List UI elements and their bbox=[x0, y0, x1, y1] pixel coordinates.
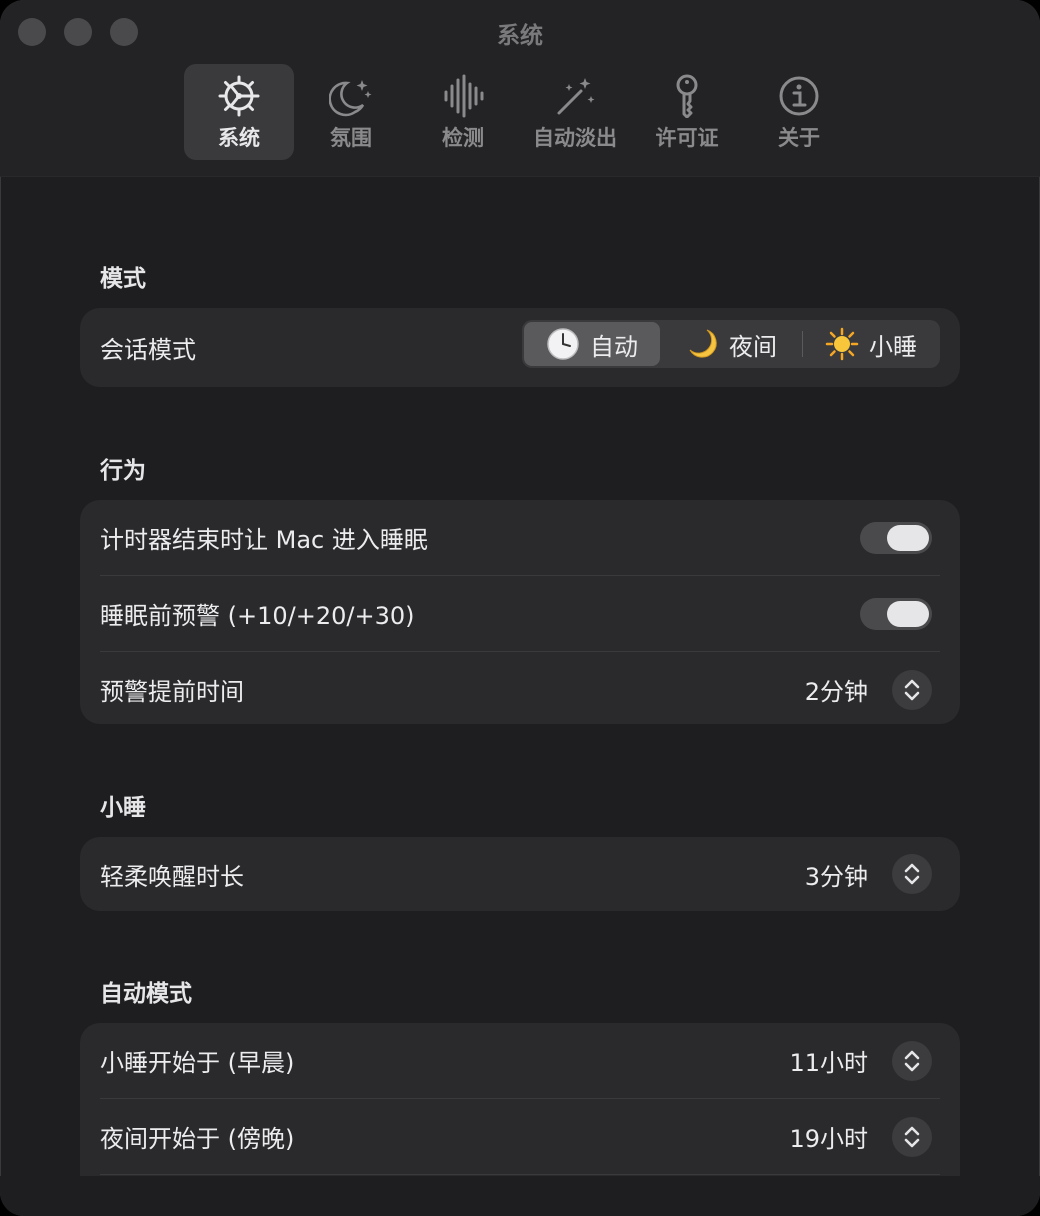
gear-icon bbox=[217, 74, 261, 118]
gentle-wake-value: 3分钟 bbox=[804, 862, 868, 891]
gentle-wake-label: 轻柔唤醒时长 bbox=[100, 862, 244, 891]
magic-wand-icon bbox=[553, 74, 597, 118]
key-icon bbox=[665, 74, 709, 118]
waveform-icon bbox=[441, 74, 485, 118]
gentle-wake-row: 轻柔唤醒时长 3分钟 bbox=[100, 837, 940, 911]
mode-option-night[interactable]: 夜间 bbox=[660, 322, 802, 366]
warn-lead-label: 预警提前时间 bbox=[100, 678, 244, 706]
moon-stars-icon bbox=[329, 74, 373, 118]
tab-detection[interactable]: 检测 bbox=[408, 64, 518, 160]
warn-lead-row: 预警提前时间 2分钟 bbox=[100, 652, 940, 727]
info-icon bbox=[777, 74, 821, 118]
nap-start-stepper[interactable] bbox=[892, 1040, 932, 1081]
chevron-up-down-icon bbox=[904, 1050, 920, 1071]
titlebar: 系统 系统 氛围 检测 自动淡出 许可证 关于 bbox=[0, 0, 1040, 177]
section-title-auto-mode: 自动模式 bbox=[100, 981, 192, 1007]
toggle-knob bbox=[887, 524, 929, 551]
mode-option-label: 夜间 bbox=[729, 332, 777, 361]
session-mode-segmented-control[interactable]: 自动 夜间 小睡 bbox=[522, 320, 940, 368]
tab-label: 自动淡出 bbox=[533, 126, 617, 150]
tab-license[interactable]: 许可证 bbox=[632, 64, 742, 160]
tab-auto-fade[interactable]: 自动淡出 bbox=[520, 64, 630, 160]
settings-window: 系统 系统 氛围 检测 自动淡出 许可证 关于 模式 会话模式 自动 夜间 小睡… bbox=[0, 0, 1040, 1216]
behavior-card: 计时器结束时让 Mac 进入睡眠 睡眠前预警 (+10/+20/+30) 预警提… bbox=[80, 500, 960, 724]
chevron-up-down-icon bbox=[904, 679, 920, 700]
tab-label: 关于 bbox=[778, 126, 820, 150]
mode-card: 会话模式 自动 夜间 小睡 bbox=[80, 308, 960, 387]
section-title-mode: 模式 bbox=[100, 266, 146, 292]
pre-warn-label: 睡眠前预警 (+10/+20/+30) bbox=[100, 602, 415, 630]
crescent-moon-icon bbox=[685, 327, 719, 361]
night-start-stepper[interactable] bbox=[892, 1116, 932, 1157]
gentle-wake-stepper[interactable] bbox=[892, 854, 932, 894]
tab-label: 许可证 bbox=[655, 126, 719, 150]
warn-lead-value: 2分钟 bbox=[804, 678, 868, 706]
session-mode-label: 会话模式 bbox=[100, 336, 196, 364]
sleep-mac-toggle[interactable] bbox=[860, 521, 932, 554]
night-start-value: 19小时 bbox=[789, 1125, 868, 1153]
mode-option-auto[interactable]: 自动 bbox=[524, 322, 660, 366]
chevron-up-down-icon bbox=[904, 863, 920, 885]
tab-about[interactable]: 关于 bbox=[744, 64, 854, 160]
sleep-mac-label: 计时器结束时让 Mac 进入睡眠 bbox=[100, 526, 428, 554]
clock-icon bbox=[546, 327, 580, 361]
night-start-label: 夜间开始于 (傍晚) bbox=[100, 1125, 295, 1153]
section-title-nap: 小睡 bbox=[100, 795, 146, 821]
warn-lead-stepper[interactable] bbox=[892, 669, 932, 710]
preferences-toolbar: 系统 氛围 检测 自动淡出 许可证 关于 bbox=[184, 64, 854, 160]
chevron-up-down-icon bbox=[904, 1126, 920, 1147]
tab-label: 系统 bbox=[218, 126, 260, 150]
sleep-mac-row: 计时器结束时让 Mac 进入睡眠 bbox=[100, 500, 940, 576]
mode-option-label: 小睡 bbox=[869, 332, 917, 361]
mode-option-nap[interactable]: 小睡 bbox=[803, 322, 939, 366]
nap-card: 轻柔唤醒时长 3分钟 bbox=[80, 837, 960, 911]
window-title: 系统 bbox=[497, 23, 543, 49]
nap-start-label: 小睡开始于 (早晨) bbox=[100, 1049, 295, 1077]
pre-warn-row: 睡眠前预警 (+10/+20/+30) bbox=[100, 576, 940, 652]
section-title-behavior: 行为 bbox=[100, 458, 146, 484]
tab-label: 氛围 bbox=[330, 126, 372, 150]
tab-label: 检测 bbox=[442, 126, 484, 150]
night-start-row: 夜间开始于 (傍晚) 19小时 bbox=[100, 1099, 940, 1175]
sun-icon bbox=[825, 327, 859, 361]
nap-start-value: 11小时 bbox=[789, 1049, 868, 1077]
settings-content: 模式 会话模式 自动 夜间 小睡 行为 计时器结束时让 Mac 进入睡眠 睡眠前… bbox=[0, 177, 1040, 1216]
mode-option-label: 自动 bbox=[590, 332, 638, 361]
pre-warn-toggle[interactable] bbox=[860, 597, 932, 630]
nap-start-row: 小睡开始于 (早晨) 11小时 bbox=[100, 1023, 940, 1099]
tab-system[interactable]: 系统 bbox=[184, 64, 294, 160]
tab-ambience[interactable]: 氛围 bbox=[296, 64, 406, 160]
toggle-knob bbox=[887, 600, 929, 627]
window-bottom-edge bbox=[0, 1176, 1040, 1216]
